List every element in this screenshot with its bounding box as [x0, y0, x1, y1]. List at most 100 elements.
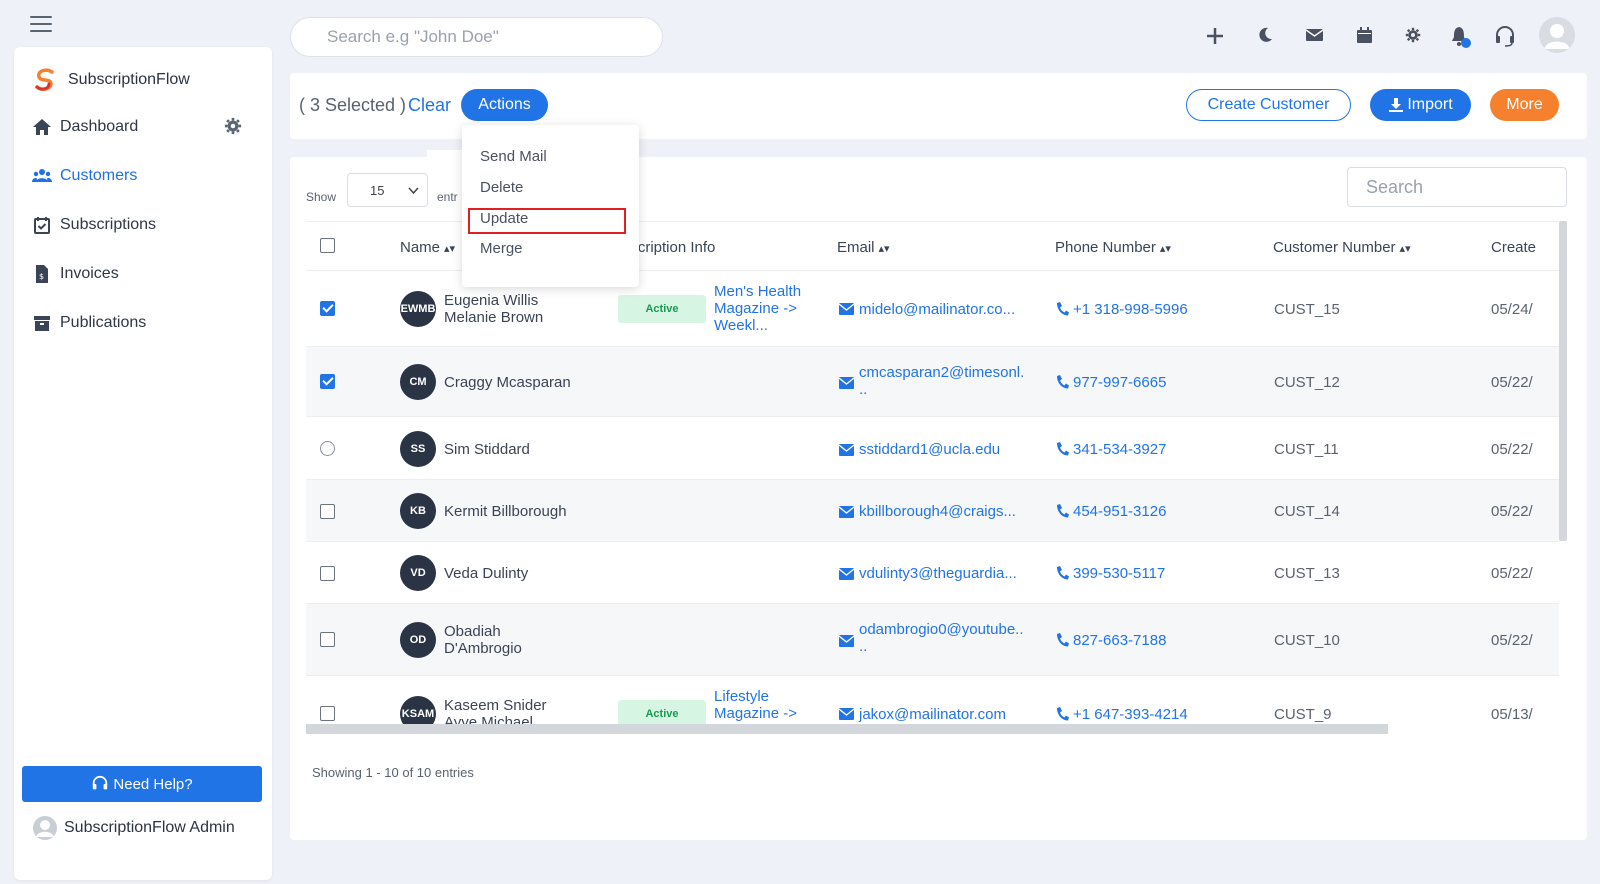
hamburger-menu-icon[interactable]: [30, 16, 52, 32]
email-link[interactable]: jakox@mailinator.com: [859, 706, 1006, 723]
brand[interactable]: SubscriptionFlow: [32, 67, 190, 93]
phone-link[interactable]: +1 647-393-4214: [1073, 706, 1188, 723]
sort-icon: ▴▾: [1399, 243, 1411, 255]
actions-button[interactable]: Actions: [461, 89, 548, 121]
email-link[interactable]: midelo@mailinator.co...: [859, 301, 1015, 318]
sidebar-item-customers[interactable]: Customers: [32, 166, 137, 186]
email-link[interactable]: kbillborough4@craigs...: [859, 503, 1016, 520]
subscription-link[interactable]: Lifestyle Magazine ->: [714, 688, 797, 722]
sidebar-item-publications[interactable]: Publications: [32, 313, 146, 333]
menu-item-delete[interactable]: Delete: [480, 179, 523, 196]
create-customer-button[interactable]: Create Customer: [1186, 89, 1351, 121]
column-header-created[interactable]: Create: [1491, 239, 1536, 256]
customer-name[interactable]: Veda Dulinty: [444, 565, 528, 582]
sidebar-item-label: Subscriptions: [60, 216, 157, 233]
customer-name[interactable]: Kaseem Snider Ayye Michael: [444, 697, 547, 724]
horizontal-scrollbar[interactable]: [306, 724, 1388, 734]
phone-link[interactable]: 399-530-5117: [1073, 565, 1165, 582]
menu-item-update[interactable]: Update: [480, 210, 528, 227]
customer-name[interactable]: Craggy Mcasparan: [444, 374, 571, 391]
customer-name[interactable]: Obadiah D'Ambrogio: [444, 623, 522, 657]
phone-link[interactable]: 827-663-7188: [1073, 632, 1166, 649]
customer-name[interactable]: Kermit Billborough: [444, 503, 567, 520]
show-label: Show: [306, 190, 337, 204]
sort-icon: ▴▾: [444, 243, 456, 255]
phone-link[interactable]: 454-951-3126: [1073, 503, 1166, 520]
customer-name[interactable]: Sim Stiddard: [444, 441, 530, 458]
plus-icon[interactable]: [1204, 25, 1226, 47]
created-date: 05/24/: [1491, 301, 1533, 318]
email-link[interactable]: vdulinty3@theguardia...: [859, 565, 1017, 582]
phone-icon: [1057, 566, 1069, 580]
phone-link[interactable]: 977-997-6665: [1073, 374, 1166, 391]
sidebar-item-dashboard[interactable]: Dashboard: [32, 117, 138, 137]
row-checkbox[interactable]: [320, 374, 335, 389]
bell-icon[interactable]: [1450, 25, 1472, 49]
moon-icon[interactable]: [1256, 26, 1274, 44]
user-avatar-icon[interactable]: [1539, 17, 1575, 53]
table-row[interactable]: KSAM Kaseem Snider Ayye Michael Active Li…: [306, 676, 1559, 724]
page-size-select[interactable]: 15: [347, 173, 428, 207]
column-header-customer-number[interactable]: Customer Number ▴▾: [1273, 239, 1411, 256]
gear-icon[interactable]: [1405, 27, 1421, 43]
column-header-name[interactable]: Name ▴▾: [400, 239, 455, 256]
column-header-phone-number[interactable]: Phone Number ▴▾: [1055, 239, 1171, 256]
row-checkbox[interactable]: [320, 706, 335, 721]
email-line: cmcasparan2@timesonl.: [859, 364, 1025, 381]
phone-link[interactable]: 341-534-3927: [1073, 441, 1166, 458]
import-button[interactable]: Import: [1370, 89, 1471, 121]
row-checkbox[interactable]: [320, 632, 335, 647]
row-checkbox[interactable]: [320, 441, 335, 456]
need-help-button[interactable]: Need Help?: [22, 766, 262, 802]
customer-name-line: Melanie Brown: [444, 309, 544, 326]
row-checkbox[interactable]: [320, 301, 335, 316]
sidebar-item-subscriptions[interactable]: Subscriptions: [32, 215, 156, 235]
table-row[interactable]: KB Kermit Billborough kbillborough4@crai…: [306, 480, 1559, 542]
column-label: Phone Number: [1055, 239, 1156, 256]
clear-selection-link[interactable]: Clear: [408, 95, 451, 116]
menu-item-merge[interactable]: Merge: [480, 240, 523, 257]
customer-number: CUST_9: [1274, 706, 1332, 723]
avatar: KSAM: [400, 696, 436, 724]
avatar: CM: [400, 364, 436, 400]
menu-item-send-mail[interactable]: Send Mail: [480, 148, 547, 165]
table-row[interactable]: SS Sim Stiddard sstiddard1@ucla.edu 341-…: [306, 417, 1559, 480]
customer-name[interactable]: Eugenia Willis Melanie Brown: [444, 292, 543, 326]
row-checkbox[interactable]: [320, 504, 335, 519]
more-button[interactable]: More: [1490, 89, 1559, 121]
headset-icon: [93, 775, 108, 790]
mail-icon[interactable]: [1305, 28, 1324, 42]
email-link[interactable]: sstiddard1@ucla.edu: [859, 441, 1000, 458]
subscription-link[interactable]: Men's Health Magazine -> Weekl...: [714, 283, 801, 334]
table-search-input[interactable]: [1347, 167, 1567, 207]
subscriptionflow-logo-icon: [35, 68, 54, 91]
home-icon: [33, 119, 51, 135]
table-row[interactable]: CM Craggy Mcasparan cmcasparan2@timesonl…: [306, 347, 1559, 417]
pagination-info: Showing 1 - 10 of 10 entries: [312, 765, 474, 780]
email-link[interactable]: cmcasparan2@timesonl...: [859, 364, 1024, 398]
select-all-checkbox[interactable]: [320, 238, 335, 253]
table-row[interactable]: VD Veda Dulinty vdulinty3@theguardia... …: [306, 542, 1559, 604]
phone-link[interactable]: +1 318-998-5996: [1073, 301, 1188, 318]
customer-number: CUST_10: [1274, 632, 1340, 649]
email-link[interactable]: odambrogio0@youtube....: [859, 621, 1024, 655]
envelope-icon: [839, 568, 854, 580]
column-label: Customer Number: [1273, 239, 1396, 256]
table-row[interactable]: OD Obadiah D'Ambrogio odambrogio0@youtube…: [306, 604, 1559, 676]
created-date: 05/22/: [1491, 565, 1533, 582]
avatar: EWMB: [400, 291, 436, 327]
dashboard-settings-gear-icon[interactable]: [224, 117, 242, 135]
admin-profile[interactable]: SubscriptionFlow Admin: [32, 815, 235, 841]
sidebar-item-label: Customers: [60, 167, 138, 184]
email-line: ..: [859, 381, 868, 398]
avatar: SS: [400, 431, 436, 467]
headset-icon[interactable]: [1494, 25, 1516, 47]
vertical-scrollbar[interactable]: [1559, 221, 1567, 541]
row-checkbox[interactable]: [320, 566, 335, 581]
global-search-input[interactable]: [290, 17, 663, 57]
calendar-icon[interactable]: [1357, 27, 1372, 43]
column-label: Email: [837, 239, 875, 256]
created-date: 05/22/: [1491, 632, 1533, 649]
column-header-email[interactable]: Email ▴▾: [837, 239, 890, 256]
sidebar-item-invoices[interactable]: $ Invoices: [32, 264, 119, 284]
